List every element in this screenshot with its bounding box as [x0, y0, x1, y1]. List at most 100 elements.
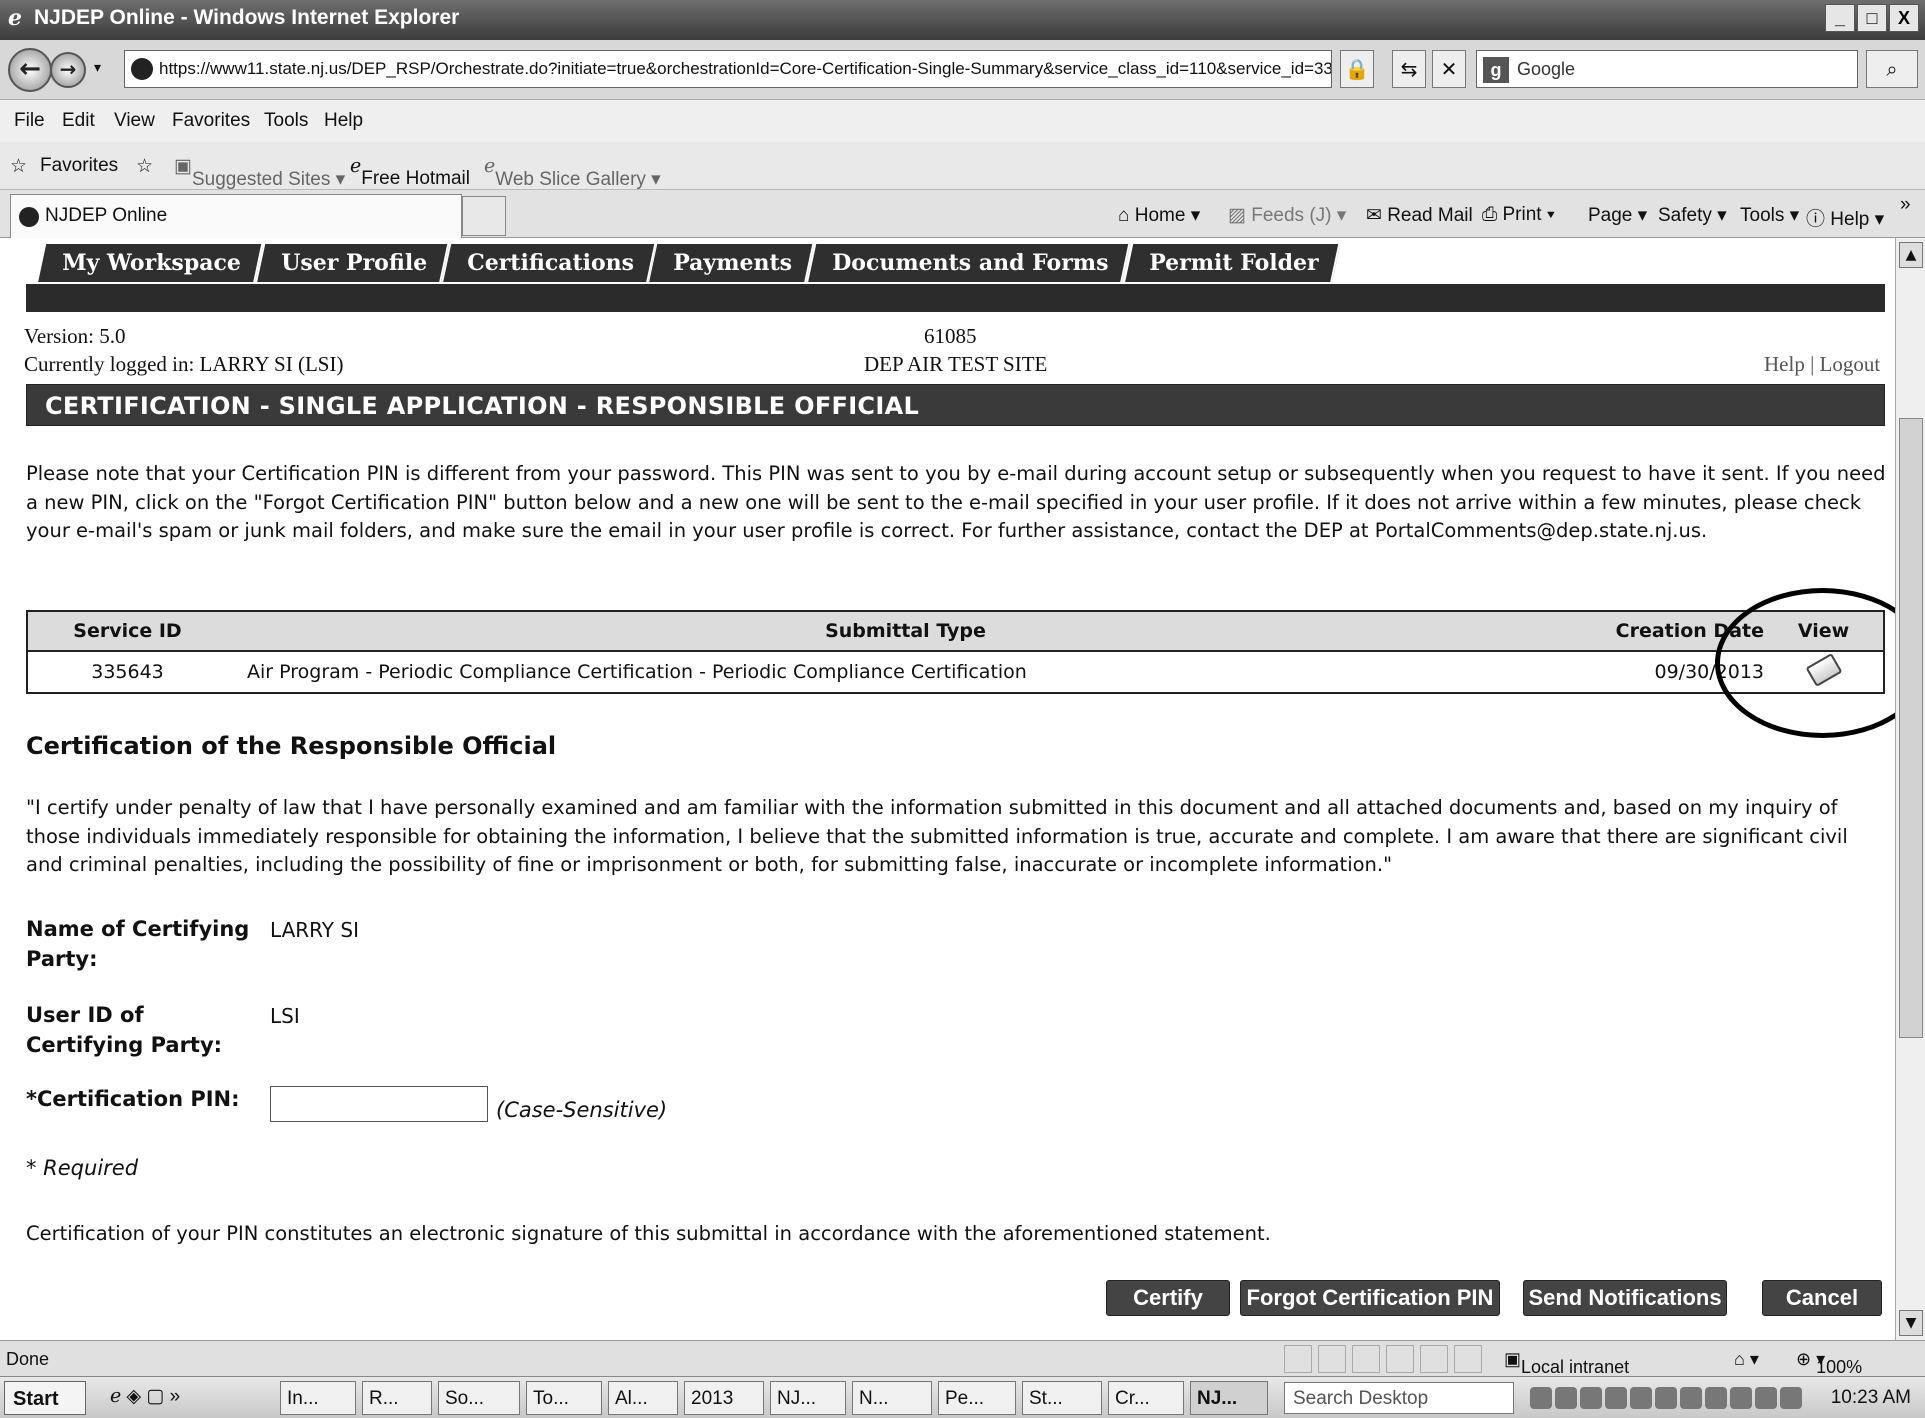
menu-file[interactable]: File: [14, 110, 45, 132]
tab-permit-folder[interactable]: Permit Folder: [1124, 244, 1341, 284]
forgot-pin-button[interactable]: Forgot Certification PIN: [1240, 1280, 1500, 1316]
minimize-button[interactable]: _: [1825, 4, 1855, 32]
send-notifications-button[interactable]: Send Notifications: [1523, 1280, 1727, 1316]
address-bar: ← → ▾ https://www11.state.nj.us/DEP_RSP/…: [0, 40, 1925, 100]
close-button[interactable]: X: [1889, 4, 1919, 32]
status-cell: [1352, 1345, 1380, 1373]
start-button[interactable]: Start: [4, 1381, 86, 1415]
page-menu[interactable]: Page ▾: [1588, 204, 1647, 227]
taskbar-item[interactable]: 2013: [684, 1381, 764, 1415]
logged-in-text: Currently logged in: LARRY SI (LSI): [24, 352, 344, 376]
stop-icon[interactable]: ✕: [1432, 50, 1466, 88]
back-button[interactable]: ←: [8, 48, 52, 92]
tools-menu[interactable]: Tools ▾: [1740, 204, 1799, 227]
tray-icon[interactable]: [1605, 1387, 1627, 1409]
favorites-button[interactable]: Favorites: [40, 155, 118, 177]
url-input[interactable]: https://www11.state.nj.us/DEP_RSP/Orches…: [124, 50, 1332, 88]
tray-icon[interactable]: [1730, 1387, 1752, 1409]
tab-my-workspace[interactable]: My Workspace: [37, 244, 263, 284]
vertical-scrollbar[interactable]: ▲ ▼: [1895, 238, 1925, 1340]
print-button[interactable]: ⎙ Print ▾: [1482, 204, 1555, 226]
pin-input[interactable]: [270, 1086, 488, 1122]
menu-tools[interactable]: Tools: [264, 110, 308, 132]
cancel-button[interactable]: Cancel: [1762, 1280, 1882, 1316]
free-hotmail-link[interactable]: ℯ Free Hotmail: [350, 155, 470, 189]
menu-favorites[interactable]: Favorites: [172, 110, 250, 132]
scroll-down-icon[interactable]: ▼: [1899, 1310, 1923, 1336]
status-cell: [1386, 1345, 1414, 1373]
tab-certifications[interactable]: Certifications: [442, 244, 656, 284]
help-menu[interactable]: ⓘ Help ▾: [1806, 204, 1884, 231]
tray-icon[interactable]: [1780, 1387, 1802, 1409]
menu-view[interactable]: View: [114, 110, 155, 132]
user-id-label: User ID of Certifying Party:: [26, 1003, 223, 1057]
forward-button[interactable]: →: [50, 52, 86, 88]
clock[interactable]: 10:23 AM: [1831, 1387, 1911, 1409]
taskbar-item-active[interactable]: NJ...: [1190, 1381, 1268, 1415]
menu-help[interactable]: Help: [324, 110, 363, 132]
tab-payments[interactable]: Payments: [649, 244, 815, 284]
new-tab-button[interactable]: [462, 196, 506, 236]
tray-icon[interactable]: [1580, 1387, 1602, 1409]
tray-icon[interactable]: [1630, 1387, 1652, 1409]
scroll-thumb[interactable]: [1899, 418, 1923, 1038]
lock-icon[interactable]: 🔒: [1340, 50, 1374, 88]
certify-button[interactable]: Certify: [1106, 1280, 1230, 1316]
taskbar-item[interactable]: To...: [526, 1381, 602, 1415]
tray-icon[interactable]: [1755, 1387, 1777, 1409]
name-label: Name of Certifying Party:: [26, 917, 250, 971]
tray-icon[interactable]: [1555, 1387, 1577, 1409]
taskbar-item[interactable]: Cr...: [1108, 1381, 1184, 1415]
more-commands-icon[interactable]: »: [1900, 194, 1911, 216]
esignature-note: Certification of your PIN constitutes an…: [26, 1222, 1271, 1245]
site-icon: [19, 207, 39, 227]
taskbar-item[interactable]: R...: [362, 1381, 432, 1415]
tray-icon[interactable]: [1705, 1387, 1727, 1409]
zoom-control[interactable]: ⊕ 100% ▾: [1796, 1349, 1862, 1377]
read-mail-button[interactable]: ✉ Read Mail: [1366, 204, 1473, 227]
refresh-icon[interactable]: ⇆: [1392, 50, 1426, 88]
scroll-up-icon[interactable]: ▲: [1899, 242, 1923, 268]
tray-icon[interactable]: [1680, 1387, 1702, 1409]
browser-tab-njdep[interactable]: NJDEP Online: [10, 194, 462, 238]
suggested-sites-link[interactable]: ▣ Suggested Sites ▾: [174, 155, 345, 190]
taskbar-item[interactable]: NJ...: [770, 1381, 846, 1415]
tray-icon[interactable]: [1530, 1387, 1552, 1409]
desktop-search-input[interactable]: Search Desktop: [1284, 1382, 1514, 1414]
page-title: CERTIFICATION - SINGLE APPLICATION - RES…: [26, 384, 1885, 426]
history-dropdown-icon[interactable]: ▾: [94, 60, 101, 76]
zone-indicator[interactable]: ▣ Local intranet: [1504, 1349, 1629, 1377]
tab-user-profile[interactable]: User Profile: [256, 244, 449, 284]
protected-mode-icon[interactable]: ⌂ ▾: [1734, 1349, 1759, 1370]
app-tabs: My Workspace User Profile Certifications…: [37, 244, 1341, 284]
taskbar-item[interactable]: St...: [1022, 1381, 1102, 1415]
version-text: Version: 5.0: [24, 324, 126, 348]
case-sensitive-note: (Case-Sensitive): [496, 1098, 668, 1122]
maximize-button[interactable]: □: [1857, 4, 1887, 32]
help-logout-links[interactable]: Help | Logout: [1764, 352, 1880, 377]
quick-launch-icons[interactable]: ℯ ◈ ▢ »: [110, 1385, 180, 1408]
web-slice-gallery-link[interactable]: ℯ Web Slice Gallery ▾: [484, 155, 661, 190]
menu-bar: File Edit View Favorites Tools Help: [0, 100, 1925, 142]
col-submittal-type: Submittal Type: [227, 611, 1584, 652]
user-id-value: LSI: [270, 1004, 300, 1028]
tray-icon[interactable]: [1655, 1387, 1677, 1409]
status-bar: Done ▣ Local intranet ⌂ ▾ ⊕ 100% ▾: [0, 1340, 1925, 1377]
search-input[interactable]: g Google: [1476, 50, 1858, 88]
taskbar-item[interactable]: So...: [438, 1381, 520, 1415]
search-icon[interactable]: ⌕: [1866, 50, 1918, 88]
add-favorite-icon[interactable]: ☆: [136, 155, 153, 178]
header-bar: [26, 282, 1885, 312]
favorites-bar: ☆ Favorites ☆ ▣ Suggested Sites ▾ ℯ Free…: [0, 142, 1925, 190]
feeds-button[interactable]: ▨ Feeds (J) ▾: [1228, 204, 1346, 227]
taskbar-item[interactable]: Pe...: [938, 1381, 1016, 1415]
safety-menu[interactable]: Safety ▾: [1658, 204, 1727, 227]
taskbar-item[interactable]: Al...: [608, 1381, 678, 1415]
menu-edit[interactable]: Edit: [62, 110, 95, 132]
taskbar-item[interactable]: In...: [280, 1381, 356, 1415]
tab-documents-and-forms[interactable]: Documents and Forms: [808, 244, 1131, 284]
pin-label: *Certification PIN:: [26, 1087, 240, 1111]
browser-tab-bar: NJDEP Online ⌂ Home ▾ ▨ Feeds (J) ▾ ✉ Re…: [0, 190, 1925, 238]
taskbar-item[interactable]: N...: [852, 1381, 932, 1415]
home-icon[interactable]: ⌂ Home ▾: [1118, 204, 1200, 227]
